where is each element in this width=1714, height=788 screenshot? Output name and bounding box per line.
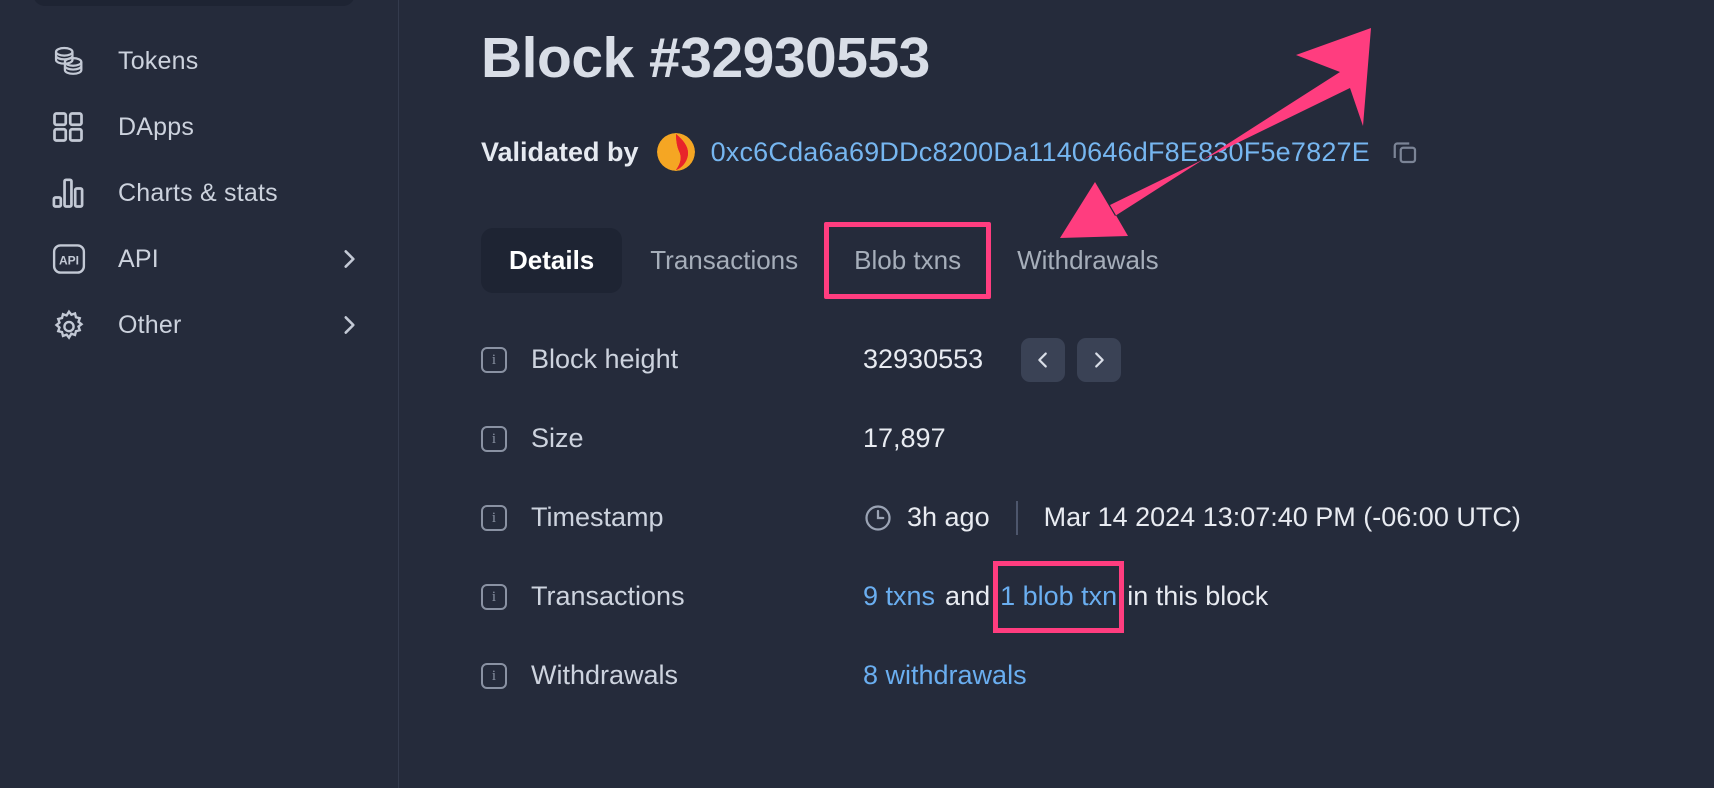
detail-row-withdrawals: i Withdrawals 8 withdrawals xyxy=(481,636,1714,715)
detail-row-transactions: i Transactions 9 txns and 1 blob txn in … xyxy=(481,557,1714,636)
detail-label: Size xyxy=(531,423,584,453)
detail-label: Withdrawals xyxy=(531,660,679,690)
divider xyxy=(1015,500,1018,535)
main-content: Block #32930553 Validated by 0xc6Cda6a69… xyxy=(399,0,1714,788)
validated-by-label: Validated by xyxy=(481,136,639,167)
page-title: Block #32930553 xyxy=(481,26,930,90)
and-text: and xyxy=(945,581,991,611)
block-nav-buttons xyxy=(1021,337,1122,382)
detail-label: Timestamp xyxy=(531,502,664,532)
detail-label-cell: i Timestamp xyxy=(481,502,863,533)
sidebar-nav: Tokens DApps Charts & stats API API Othe… xyxy=(0,28,398,358)
tab-label: Blob txns xyxy=(854,245,962,275)
detail-label: Transactions xyxy=(531,581,685,611)
details-list: i Block height 32930553 i Size 17,897 i … xyxy=(481,320,1714,715)
info-icon[interactable]: i xyxy=(481,662,507,689)
detail-label-cell: i Size xyxy=(481,423,863,454)
tab-label: Transactions xyxy=(650,245,799,275)
blob-txn-highlight: 1 blob txn xyxy=(993,561,1125,633)
svg-text:API: API xyxy=(59,253,79,267)
sidebar-item-other[interactable]: Other xyxy=(0,292,398,358)
gear-icon xyxy=(50,306,92,344)
validator-logo-icon xyxy=(656,133,695,171)
sidebar: Tokens DApps Charts & stats API API Othe… xyxy=(0,0,399,788)
block-height-value: 32930553 xyxy=(863,344,984,374)
tab-blob-txns[interactable]: Blob txns xyxy=(824,222,992,299)
sidebar-item-api[interactable]: API API xyxy=(0,226,398,292)
sidebar-item-label: Other xyxy=(118,310,182,339)
chevron-right-icon xyxy=(336,312,362,338)
detail-row-timestamp: i Timestamp 3h ago Mar 14 2024 13:07:40 … xyxy=(481,478,1714,557)
grid-squares-icon xyxy=(50,109,92,145)
tab-transactions[interactable]: Transactions xyxy=(622,228,826,293)
api-badge-icon: API xyxy=(50,240,92,278)
detail-label-cell: i Block height xyxy=(481,344,863,375)
detail-value: 9 txns and 1 blob txn in this block xyxy=(863,561,1269,633)
sidebar-item-tokens[interactable]: Tokens xyxy=(0,28,398,94)
detail-value: 3h ago Mar 14 2024 13:07:40 PM (-06:00 U… xyxy=(863,500,1521,535)
coins-stack-icon xyxy=(50,42,92,80)
txns-link[interactable]: 9 txns xyxy=(863,581,935,612)
withdrawals-link[interactable]: 8 withdrawals xyxy=(863,660,1027,691)
copy-icon[interactable] xyxy=(1390,137,1420,167)
blob-txn-link[interactable]: 1 blob txn xyxy=(1000,581,1117,611)
detail-row-size: i Size 17,897 xyxy=(481,399,1714,478)
chevron-right-icon xyxy=(336,246,362,272)
tab-withdrawals[interactable]: Withdrawals xyxy=(989,228,1187,293)
tab-label: Withdrawals xyxy=(1017,245,1159,275)
tab-label: Details xyxy=(509,245,595,275)
timestamp-relative: 3h ago xyxy=(907,502,990,532)
tab-details[interactable]: Details xyxy=(481,228,623,293)
sidebar-item-charts-stats[interactable]: Charts & stats xyxy=(0,160,398,226)
next-block-button[interactable] xyxy=(1077,337,1122,382)
info-icon[interactable]: i xyxy=(481,346,507,373)
detail-label: Block height xyxy=(531,344,679,374)
sidebar-item-label: DApps xyxy=(118,112,195,141)
validated-by-row: Validated by 0xc6Cda6a69DDc8200Da1140646… xyxy=(481,130,1420,174)
timestamp-absolute: Mar 14 2024 13:07:40 PM (-06:00 UTC) xyxy=(1043,502,1521,532)
detail-value: 8 withdrawals xyxy=(863,660,1027,691)
prev-block-button[interactable] xyxy=(1021,337,1066,382)
sidebar-item-label: Tokens xyxy=(118,46,199,75)
info-icon[interactable]: i xyxy=(481,425,507,452)
detail-value: 17,897 xyxy=(863,423,946,454)
size-value: 17,897 xyxy=(863,423,946,453)
detail-label-cell: i Withdrawals xyxy=(481,660,863,691)
tab-bar: Details Transactions Blob txns Withdrawa… xyxy=(481,222,1187,299)
clock-icon xyxy=(863,503,893,533)
info-icon[interactable]: i xyxy=(481,504,507,531)
app-root: Tokens DApps Charts & stats API API Othe… xyxy=(0,0,1714,788)
sidebar-top-card[interactable] xyxy=(33,0,355,6)
sidebar-item-label: API xyxy=(118,244,159,273)
bar-chart-icon xyxy=(50,175,92,211)
detail-value: 32930553 xyxy=(863,337,1122,382)
sidebar-item-dapps[interactable]: DApps xyxy=(0,94,398,160)
info-icon[interactable]: i xyxy=(481,583,507,610)
detail-row-block-height: i Block height 32930553 xyxy=(481,320,1714,399)
sidebar-item-label: Charts & stats xyxy=(118,178,278,207)
detail-label-cell: i Transactions xyxy=(481,581,863,612)
suffix-text: in this block xyxy=(1127,581,1269,611)
validator-address-link[interactable]: 0xc6Cda6a69DDc8200Da1140646dF8E830F5e782… xyxy=(711,137,1370,168)
